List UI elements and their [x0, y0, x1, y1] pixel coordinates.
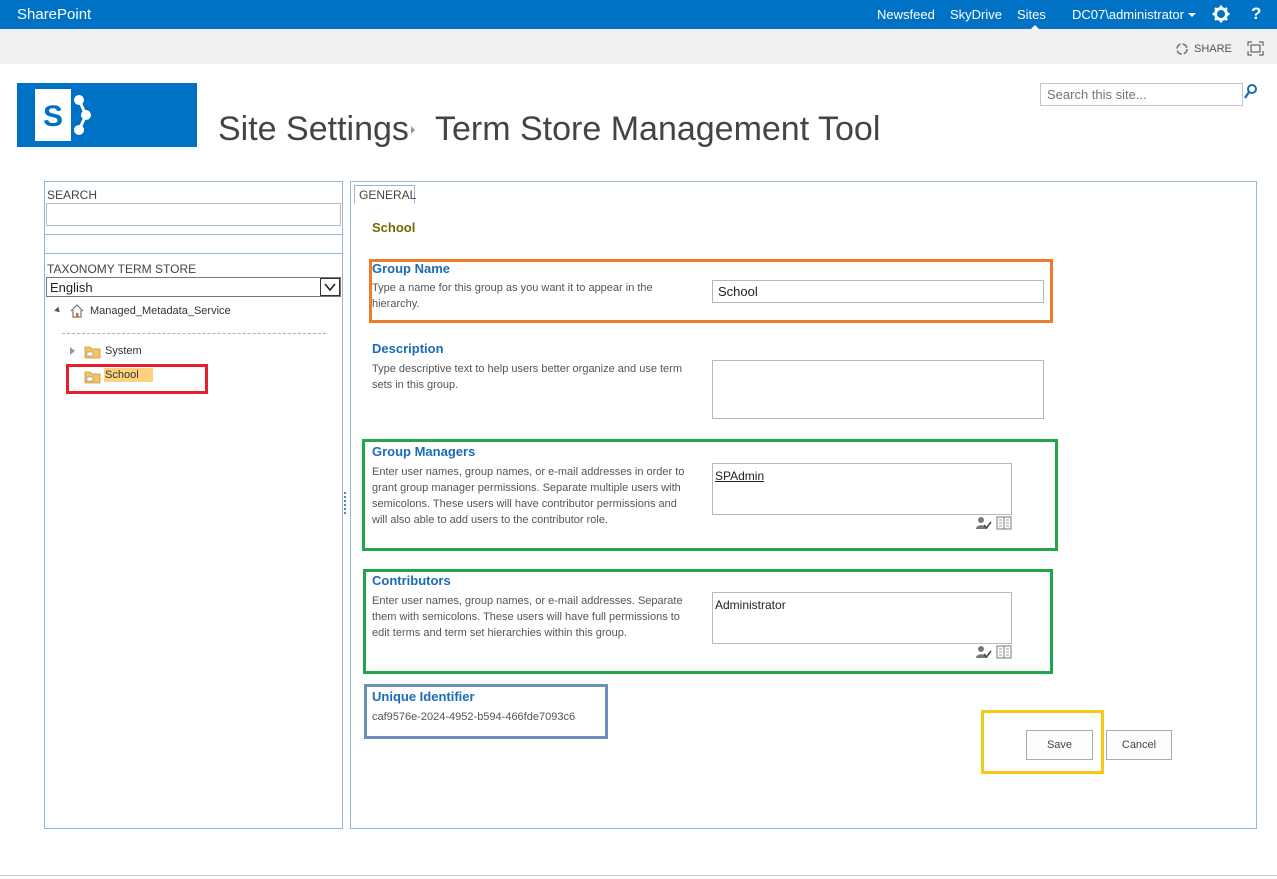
- gear-icon[interactable]: [1212, 5, 1230, 27]
- cancel-button[interactable]: Cancel: [1106, 730, 1172, 760]
- site-search-input[interactable]: [1040, 83, 1243, 106]
- panel-splitter-handle[interactable]: [344, 492, 346, 514]
- highlight-box-orange: [369, 259, 1053, 323]
- share-icon[interactable]: [1175, 42, 1189, 56]
- description-help: Type descriptive text to help users bett…: [372, 363, 682, 391]
- collapsed-arrow-icon[interactable]: [70, 347, 75, 355]
- chevron-down-icon[interactable]: [1188, 13, 1196, 17]
- group-heading: School: [372, 220, 416, 235]
- page-bottom-divider: [0, 875, 1277, 876]
- user-menu[interactable]: DC07\administrator: [1072, 7, 1184, 22]
- tree-separator: [62, 333, 326, 334]
- home-icon: [69, 303, 85, 318]
- breadcrumb-site-settings[interactable]: Site Settings: [218, 110, 409, 149]
- left-search-label: SEARCH: [47, 188, 98, 202]
- taxonomy-term-store-label: TAXONOMY TERM STORE: [47, 262, 197, 276]
- highlight-box-yellow: [981, 710, 1104, 774]
- skydrive-link[interactable]: SkyDrive: [950, 7, 1002, 22]
- newsfeed-link[interactable]: Newsfeed: [877, 7, 935, 22]
- sites-link[interactable]: Sites: [1017, 7, 1046, 22]
- panel-divider: [45, 234, 342, 254]
- focus-on-content-icon[interactable]: [1247, 41, 1264, 56]
- share-button[interactable]: SHARE: [1194, 43, 1232, 55]
- term-search-input[interactable]: [46, 203, 341, 226]
- svg-text:S: S: [43, 100, 63, 133]
- page-title: Term Store Management Tool: [435, 110, 881, 148]
- tab-general[interactable]: GENERAL: [354, 185, 416, 204]
- sharepoint-brand-link[interactable]: SharePoint: [17, 6, 91, 23]
- description-title: Description: [372, 341, 444, 356]
- description-textarea[interactable]: [712, 360, 1044, 419]
- sharepoint-logo[interactable]: S: [17, 83, 197, 147]
- tree-node-managed-metadata-service[interactable]: Managed_Metadata_Service: [90, 305, 231, 317]
- highlight-box-blue: [364, 684, 608, 739]
- breadcrumb-separator-icon: [411, 126, 415, 134]
- highlight-box-green-managers: [362, 439, 1058, 551]
- highlight-box-green-contributors: [363, 569, 1053, 674]
- tree-node-system[interactable]: System: [105, 345, 142, 357]
- chevron-down-icon[interactable]: [320, 278, 340, 296]
- language-select-value: English: [50, 280, 93, 295]
- search-icon[interactable]: [1243, 83, 1259, 103]
- highlight-box-red: [66, 364, 208, 394]
- help-icon[interactable]: ?: [1251, 4, 1261, 24]
- ribbon-bar: [0, 29, 1277, 64]
- folder-icon: [84, 344, 101, 359]
